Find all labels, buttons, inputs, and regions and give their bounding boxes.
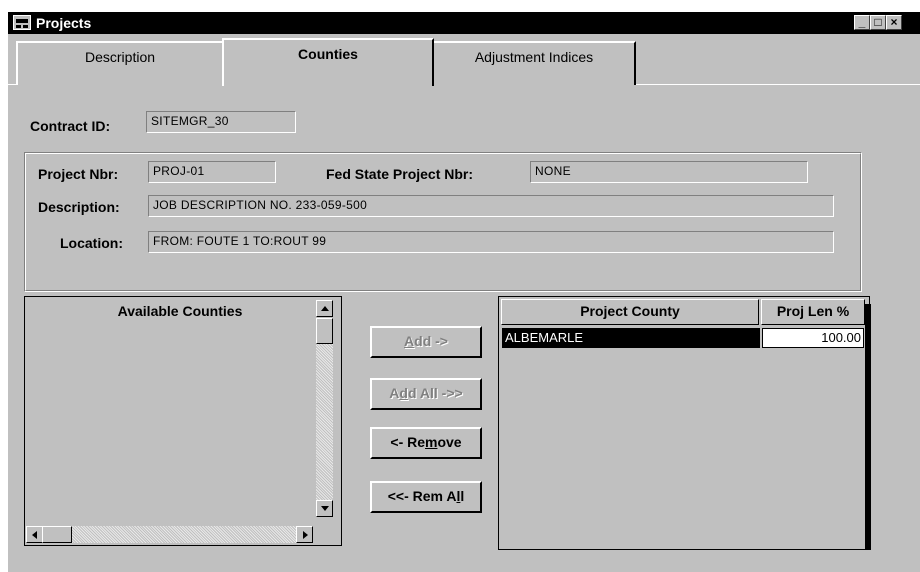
tab-counties-label: Counties	[298, 46, 358, 62]
tab-description[interactable]: Description	[16, 41, 224, 85]
location-label: Location:	[60, 235, 123, 251]
minimize-icon[interactable]: _	[854, 15, 870, 30]
close-icon[interactable]: ×	[886, 15, 902, 30]
scroll-left-button[interactable]	[26, 526, 43, 543]
available-counties-list[interactable]: Available Counties	[24, 296, 342, 546]
arrow-left-icon	[32, 531, 37, 539]
vertical-scrollbar-track[interactable]	[316, 318, 333, 500]
scroll-down-button[interactable]	[316, 500, 333, 517]
add-all-button[interactable]: Add All ->>	[370, 378, 482, 410]
location-field[interactable]: FROM: FOUTE 1 TO:ROUT 99	[148, 231, 834, 253]
remove-button[interactable]: <- Remove	[370, 427, 482, 459]
remove-all-button[interactable]: <<- Rem All	[370, 481, 482, 513]
column-header-project-county[interactable]: Project County	[501, 299, 759, 325]
horizontal-scroll-thumb[interactable]	[42, 526, 72, 543]
available-counties-header: Available Counties	[117, 303, 243, 319]
add-button[interactable]: Add ->	[370, 326, 482, 358]
column-header-proj-len-pct[interactable]: Proj Len %	[761, 299, 865, 325]
scroll-right-button[interactable]	[296, 526, 313, 543]
maximize-icon[interactable]: □	[870, 15, 886, 30]
tab-counties[interactable]: Counties	[222, 38, 434, 86]
tab-adjustment-indices[interactable]: Adjustment Indices	[432, 41, 636, 85]
title-bar[interactable]: Projects _ □ ×	[8, 12, 920, 34]
table-row-pct-cell[interactable]: 100.00	[762, 328, 864, 348]
scroll-up-button[interactable]	[316, 300, 333, 317]
contract-id-label: Contract ID:	[30, 118, 111, 134]
fed-state-project-nbr-field[interactable]: NONE	[530, 161, 808, 183]
horizontal-scrollbar-track[interactable]	[42, 526, 296, 543]
fed-state-project-nbr-label: Fed State Project Nbr:	[326, 166, 474, 182]
tab-description-label: Description	[84, 49, 156, 65]
table-row-county[interactable]: ALBEMARLE	[502, 328, 760, 348]
project-nbr-field[interactable]: PROJ-01	[148, 161, 276, 183]
app-icon	[13, 15, 31, 30]
contract-id-field[interactable]: SITEMGR_30	[146, 111, 296, 133]
tab-adjustment-indices-label: Adjustment Indices	[474, 49, 594, 65]
arrow-up-icon	[321, 306, 329, 311]
arrow-right-icon	[303, 531, 308, 539]
description-field[interactable]: JOB DESCRIPTION NO. 233-059-500	[148, 195, 834, 217]
project-nbr-label: Project Nbr:	[38, 166, 119, 182]
grid-shadow	[865, 304, 871, 550]
window-title: Projects	[36, 15, 92, 31]
description-label: Description:	[38, 199, 120, 215]
vertical-scroll-thumb[interactable]	[316, 318, 333, 344]
arrow-down-icon	[321, 506, 329, 511]
